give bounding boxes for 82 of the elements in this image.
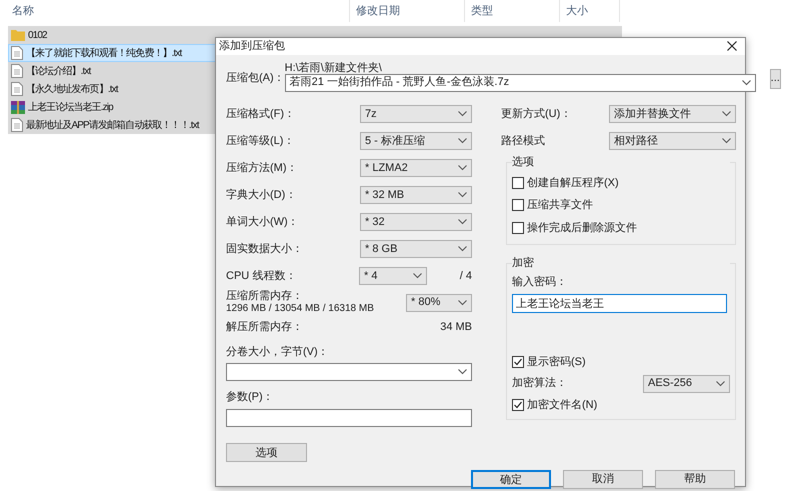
chevron-down-icon (458, 111, 467, 117)
dialog-button[interactable]: 选项 (226, 443, 307, 462)
field-label: 压缩所需内存： (226, 290, 304, 303)
text-file-icon (11, 64, 23, 78)
parameters-field[interactable] (226, 408, 472, 426)
checkbox[interactable] (512, 356, 524, 368)
field-label: 更新方式(U)： (501, 106, 572, 122)
column-header[interactable]: 修改日期 (356, 2, 400, 20)
volume-size-field[interactable] (226, 363, 472, 381)
checkbox-label: 压缩共享文件 (527, 198, 593, 213)
file-name: 上老王论坛当老王.zip (28, 100, 113, 114)
dropdown[interactable]: AES-256 (643, 374, 730, 392)
chevron-down-icon (458, 300, 467, 306)
dropdown[interactable]: 相对路径 (609, 132, 736, 150)
field-label: 压缩格式(F)： (226, 106, 296, 122)
checkbox-label: 加密文件名(N) (527, 398, 598, 412)
dropdown[interactable]: 5 - 标准压缩 (360, 132, 472, 150)
checkbox[interactable] (512, 398, 524, 411)
field-label: 加密算法： (512, 376, 567, 392)
memory-value: 34 MB (440, 320, 472, 336)
group-title: 选项 (512, 154, 730, 168)
text-file-icon (11, 118, 23, 132)
field-label: CPU 线程数： (226, 268, 298, 284)
chevron-down-icon (458, 165, 467, 171)
field-label: 压缩包(A)： (226, 72, 285, 86)
password-field[interactable]: 上老王论坛当老王 (512, 294, 727, 312)
file-name: 0102 (28, 28, 47, 42)
dropdown[interactable]: * 4 (359, 267, 427, 285)
checkbox[interactable] (512, 199, 524, 212)
chevron-down-icon (458, 219, 467, 225)
chevron-down-icon (722, 138, 731, 144)
chevron-down-icon (716, 380, 725, 386)
checkbox-label: 显示密码(S) (527, 354, 586, 370)
column-header[interactable]: 类型 (471, 2, 493, 20)
chevron-down-icon (458, 369, 467, 375)
checkbox-label: 操作完成后删除源文件 (527, 220, 637, 236)
dropdown[interactable]: * 32 (360, 213, 472, 231)
chevron-down-icon (458, 192, 467, 198)
chevron-down-icon (458, 138, 467, 144)
dropdown[interactable]: * 80% (406, 294, 472, 312)
dropdown[interactable]: 7z (360, 105, 472, 123)
browse-button[interactable]: ... (770, 68, 781, 88)
field-label: 输入密码： (512, 274, 568, 290)
column-header[interactable]: 大小 (566, 2, 588, 20)
text-file-icon (11, 82, 23, 96)
dropdown[interactable]: 添加并替换文件 (609, 105, 736, 123)
field-label: 参数(P)： (226, 390, 275, 405)
text-file-icon (11, 46, 23, 60)
column-header[interactable]: 名称 (12, 2, 34, 20)
group-title: 加密 (512, 256, 730, 270)
file-name: 【永久地址发布页】.txt (26, 82, 118, 96)
thread-max: / 4 (460, 268, 472, 284)
field-label: 单词大小(W)： (226, 214, 299, 230)
field-label: 固实数据大小： (226, 242, 303, 257)
archive-name-field[interactable]: 若雨21 一始街拍作品 - 荒野人鱼-金色泳装.7z (284, 74, 756, 92)
field-label: 分卷大小，字节(V)： (226, 344, 330, 360)
file-name: 【论坛介绍】.txt (26, 64, 90, 78)
chevron-down-icon (722, 111, 731, 117)
memory-detail: 1296 MB / 13054 MB / 16318 MB (226, 303, 374, 315)
chevron-down-icon (742, 80, 751, 86)
field-label: 字典大小(D)： (226, 188, 296, 203)
dialog-button[interactable]: 帮助 (655, 470, 735, 488)
field-label: 路径模式 (501, 134, 545, 149)
checkbox[interactable] (512, 222, 524, 234)
field-label: 解压所需内存： (226, 320, 303, 336)
dialog-button[interactable]: 确定 (471, 470, 551, 488)
archive-path: H:\若雨\新建文件夹\ (284, 62, 383, 74)
field-label: 压缩等级(L)： (226, 134, 294, 149)
folder-icon (11, 29, 25, 41)
file-name: 最新地址及APP请发邮箱自动获取！！！.txt (26, 118, 199, 132)
dropdown[interactable]: * 8 GB (360, 240, 472, 258)
chevron-down-icon (413, 273, 422, 279)
close-icon[interactable] (727, 41, 737, 52)
chevron-down-icon (458, 246, 467, 252)
dropdown[interactable]: * LZMA2 (360, 159, 472, 177)
field-label: 压缩方法(M)： (226, 160, 298, 176)
checkbox[interactable] (512, 176, 524, 189)
checkbox-label: 创建自解压程序(X) (527, 176, 619, 190)
dialog-button[interactable]: 取消 (563, 470, 643, 488)
archive-icon (11, 100, 25, 114)
file-name: 【来了就能下载和观看！纯免费！】.txt (26, 46, 182, 60)
dropdown[interactable]: * 32 MB (360, 186, 472, 204)
